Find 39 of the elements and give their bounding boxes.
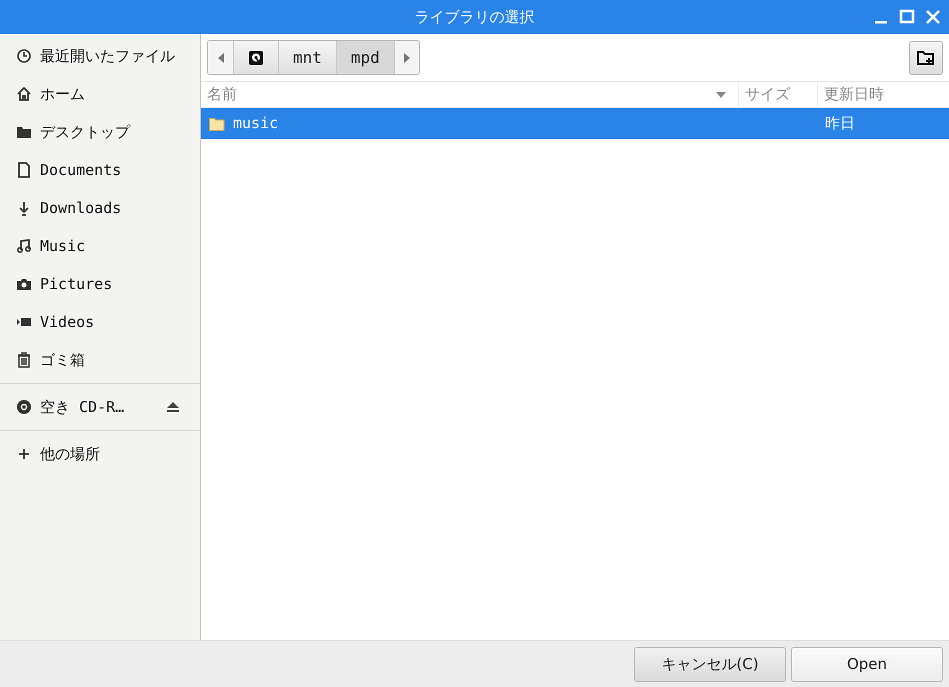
sidebar-item[interactable]: Documents bbox=[0, 151, 200, 189]
camera-icon bbox=[16, 276, 32, 292]
close-button[interactable] bbox=[925, 9, 941, 25]
right-arrow-icon bbox=[404, 52, 410, 62]
plus-icon bbox=[16, 446, 32, 462]
file-name: music bbox=[233, 113, 278, 134]
eject-icon[interactable] bbox=[166, 401, 180, 413]
window-title: ライブラリの選択 bbox=[414, 6, 534, 28]
clock-icon bbox=[16, 48, 32, 64]
maximize-button[interactable] bbox=[899, 9, 915, 25]
disc-icon bbox=[16, 399, 32, 415]
music-note-icon bbox=[16, 238, 32, 254]
modified-date: 昨日 bbox=[825, 114, 855, 132]
new-folder-button[interactable] bbox=[909, 40, 943, 74]
sidebar-item[interactable]: 空き CD-R… bbox=[0, 388, 200, 426]
sidebar-item[interactable]: Music bbox=[0, 227, 200, 265]
sidebar-item[interactable]: Pictures bbox=[0, 265, 200, 303]
sidebar-item[interactable]: ホーム bbox=[0, 75, 200, 113]
left-arrow-icon bbox=[218, 52, 224, 62]
sidebar-item[interactable]: 最近開いたファイル bbox=[0, 37, 200, 75]
drive-icon bbox=[248, 50, 264, 66]
path-segment[interactable]: mpd bbox=[336, 41, 395, 74]
path-segment[interactable]: mnt bbox=[279, 41, 337, 74]
cancel-button[interactable]: キャンセル(C) bbox=[634, 646, 786, 682]
trash-icon bbox=[16, 352, 32, 368]
drive-button[interactable] bbox=[234, 41, 279, 74]
folder-icon bbox=[209, 116, 225, 130]
sidebar-item[interactable]: デスクトップ bbox=[0, 113, 200, 151]
scroll-left-button[interactable] bbox=[208, 41, 234, 74]
open-button[interactable]: Open bbox=[791, 646, 943, 682]
file-row[interactable]: music 昨日 bbox=[201, 108, 949, 139]
sidebar-item[interactable]: ゴミ箱 bbox=[0, 341, 200, 379]
document-icon bbox=[16, 162, 32, 178]
folder-icon bbox=[16, 124, 32, 140]
sidebar-item[interactable]: Downloads bbox=[0, 189, 200, 227]
sidebar-item[interactable]: Videos bbox=[0, 303, 200, 341]
home-icon bbox=[16, 86, 32, 102]
new-folder-icon bbox=[917, 50, 935, 66]
sidebar-item[interactable]: 他の場所 bbox=[0, 435, 200, 473]
